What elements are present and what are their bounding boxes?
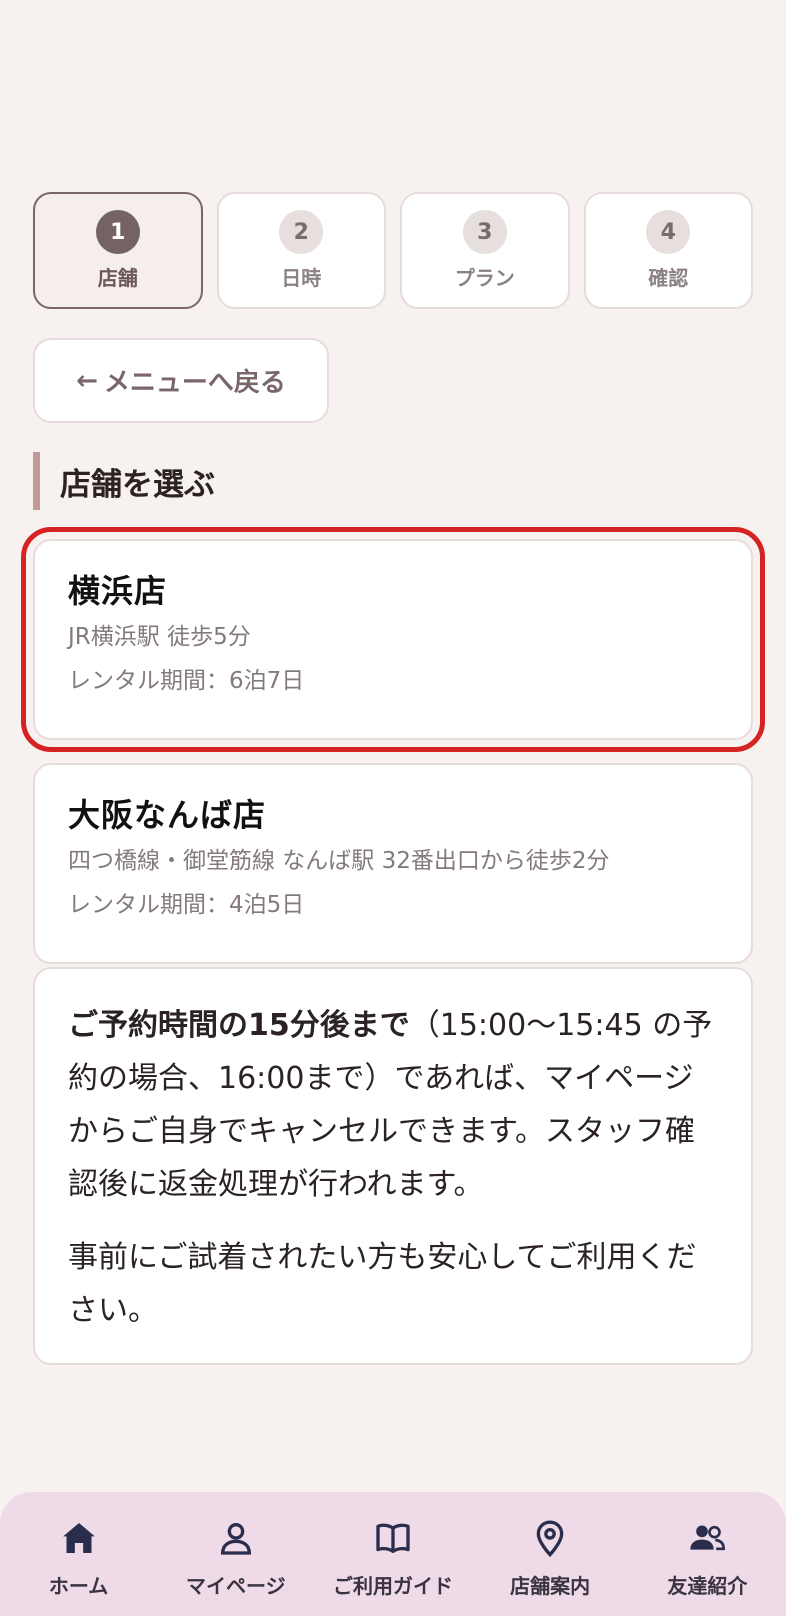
cancellation-info-card: ご予約時間の15分後まで（15:00〜15:45 の予約の場合、16:00まで）… (33, 967, 753, 1365)
nav-stores[interactable]: 店舗案内 (475, 1516, 625, 1599)
nav-label: ホーム (48, 1574, 109, 1598)
store-access: 四つ橋線・御堂筋線 なんば駅 32番出口から徒歩2分 (68, 848, 610, 874)
map-pin-icon (528, 1516, 572, 1560)
nav-referral[interactable]: 友達紹介 (632, 1516, 782, 1599)
nav-guide[interactable]: ご利用ガイド (318, 1516, 468, 1599)
fitting-note: 事前にご試着されたい方も安心してご利用ください。 (68, 1240, 697, 1328)
nav-label: 店舗案内 (510, 1574, 591, 1598)
back-button-label: メニューへ戻る (103, 368, 286, 398)
nav-mypage[interactable]: マイページ (161, 1516, 311, 1599)
step-confirm[interactable]: 4 確認 (583, 192, 753, 309)
nav-home[interactable]: ホーム (4, 1516, 154, 1599)
store-rental-period: レンタル期間：6泊7日 (68, 668, 305, 694)
nav-label: マイページ (185, 1574, 286, 1598)
step-indicator: 1 店舗 2 日時 3 プラン 4 確認 (33, 192, 753, 309)
cancellation-policy-text: ご予約時間の15分後まで（15:00〜15:45 の予約の場合、16:00まで）… (68, 999, 717, 1211)
page: 1 店舗 2 日時 3 プラン 4 確認 ← メニューへ戻る 店舗を選ぶ 横浜店… (0, 0, 786, 1616)
step-label: プラン (454, 266, 515, 290)
step-number: 3 (462, 210, 507, 254)
book-icon (371, 1516, 415, 1560)
step-label: 確認 (648, 266, 689, 290)
step-datetime[interactable]: 2 日時 (216, 192, 386, 309)
step-label: 日時 (281, 266, 322, 290)
step-number: 1 (95, 210, 140, 254)
store-name: 横浜店 (68, 572, 168, 610)
store-card-osaka-namba[interactable]: 大阪なんば店 四つ橋線・御堂筋線 なんば駅 32番出口から徒歩2分 レンタル期間… (33, 763, 753, 964)
users-icon (685, 1516, 729, 1560)
step-number: 2 (279, 210, 324, 254)
cancellation-deadline: ご予約時間の15分後まで (68, 1008, 410, 1043)
section-title: 店舗を選ぶ (33, 452, 215, 510)
store-access: JR横浜駅 徒歩5分 (68, 624, 251, 650)
nav-label: 友達紹介 (667, 1574, 748, 1598)
bottom-navigation: ホーム マイページ ご利用ガイド 店舗案内 友達紹介 (0, 1492, 786, 1616)
store-rental-period: レンタル期間：4泊5日 (68, 892, 305, 918)
store-name: 大阪なんば店 (68, 796, 267, 834)
step-label: 店舗 (97, 266, 138, 290)
home-icon (57, 1516, 101, 1560)
store-card-yokohama[interactable]: 横浜店 JR横浜駅 徒歩5分 レンタル期間：6泊7日 (33, 539, 753, 740)
back-arrow-icon: ← (76, 365, 98, 396)
step-number: 4 (646, 210, 691, 254)
nav-label: ご利用ガイド (332, 1574, 453, 1598)
user-icon (214, 1516, 258, 1560)
back-to-menu-button[interactable]: ← メニューへ戻る (33, 338, 329, 423)
step-store[interactable]: 1 店舗 (33, 192, 203, 309)
step-plan[interactable]: 3 プラン (400, 192, 570, 309)
